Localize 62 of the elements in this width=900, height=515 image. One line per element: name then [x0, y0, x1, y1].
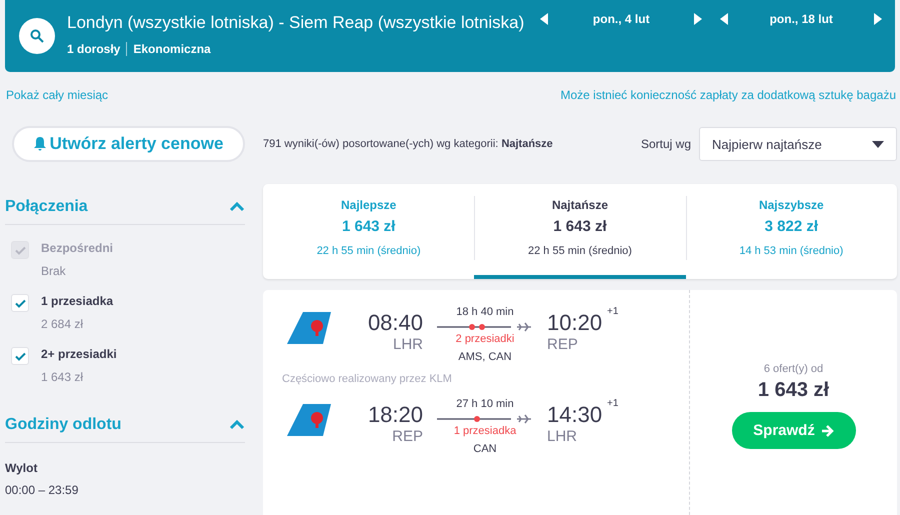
arrival-time: 10:20 [547, 310, 602, 336]
filter-label: 1 przesiadka [41, 294, 114, 308]
operator-note: Częściowo realizowany przez KLM [282, 373, 453, 385]
passengers-label: 1 dorosły [67, 42, 120, 56]
next-arrow-icon [874, 13, 882, 25]
airport-code: REP [392, 428, 423, 445]
airport-code: REP [547, 336, 578, 353]
bell-icon [34, 137, 46, 151]
collapse-chevron-icon[interactable] [229, 420, 245, 430]
filter-price: 1 643 zł [41, 370, 84, 384]
filter-price: Brak [41, 264, 67, 278]
offer-price: 1 643 zł [758, 379, 830, 402]
offers-count: 6 ofert(y) od [764, 363, 824, 375]
search-icon [30, 29, 44, 43]
sort-dropdown[interactable]: Najpierw najtańsze [699, 127, 897, 161]
arrival-time: 14:30 [547, 402, 602, 428]
check-icon [14, 246, 26, 254]
search-button[interactable] [19, 18, 55, 54]
route-title: Londyn (wszystkie lotniska) - Siem Reap (wszystkie lotniska) [67, 12, 524, 32]
previous-arrow-icon [540, 13, 548, 25]
date-label: pon., 18 lut [768, 12, 834, 26]
checkbox[interactable] [11, 294, 29, 312]
check-icon [14, 298, 26, 308]
airport-code: LHR [392, 336, 423, 353]
layover-airports: CAN [473, 443, 497, 455]
filter-label: 2+ przesiadki [41, 347, 117, 361]
sort-tab[interactable]: Najszybsze 3 822 zł 14 h 53 min (średnio) [686, 184, 897, 279]
departure-time: 18:20 [368, 402, 423, 428]
departure-time: 08:40 [368, 310, 423, 336]
collapse-chevron-icon[interactable] [229, 202, 245, 212]
airline-tail-icon [287, 312, 331, 344]
next-arrow-icon [694, 13, 702, 25]
sort-tab[interactable]: Najtańsze 1 643 zł 22 h 55 min (średnio) [474, 184, 686, 279]
check-button[interactable]: Sprawdź [732, 412, 856, 449]
filter-section-title: Połączenia [5, 198, 88, 216]
filter-label: Bezpośredni [41, 241, 114, 255]
airline-tail-icon [287, 404, 331, 436]
filter-price: 2 684 zł [41, 317, 84, 331]
month-link[interactable]: Pokaż cały miesiąc [6, 88, 108, 102]
stops-count: 1 przesiadka [454, 425, 516, 437]
arrow-icon [820, 424, 834, 436]
price-alert-button[interactable]: Utwórz alerty cenowe [12, 126, 245, 162]
date-label: pon., 4 lut [592, 12, 651, 26]
stops-count: 2 przesiadki [456, 333, 514, 345]
filter-label: Wylot [5, 461, 38, 475]
airport-code: LHR [547, 428, 578, 445]
caret-icon [872, 140, 884, 148]
check-icon [14, 352, 26, 360]
results-summary: 791 wyniki(-ów) posortowane(-ych) wg kategorii: Najtańsze [263, 138, 553, 150]
baggage-link[interactable]: Może istnieć konieczność zapłaty za dodatkową sztukę bagażu [560, 88, 896, 102]
sort-tab[interactable]: Najlepsze 1 643 zł 22 h 55 min (średnio) [263, 184, 474, 279]
day-offset: +1 [607, 306, 618, 317]
filter-section-title: Godziny odlotu [5, 416, 122, 434]
previous-arrow-icon [720, 13, 728, 25]
layover-airports: AMS, CAN [458, 351, 512, 363]
time-range: 00:00 – 23:59 [5, 483, 78, 497]
flight-duration: 18 h 40 min [456, 306, 514, 318]
flight-duration: 27 h 10 min [456, 398, 514, 410]
day-offset: +1 [607, 398, 618, 409]
sort-label: Sortuj wg [640, 137, 691, 151]
cabin-label: Ekonomiczna [133, 42, 211, 56]
checkbox[interactable] [11, 347, 29, 365]
